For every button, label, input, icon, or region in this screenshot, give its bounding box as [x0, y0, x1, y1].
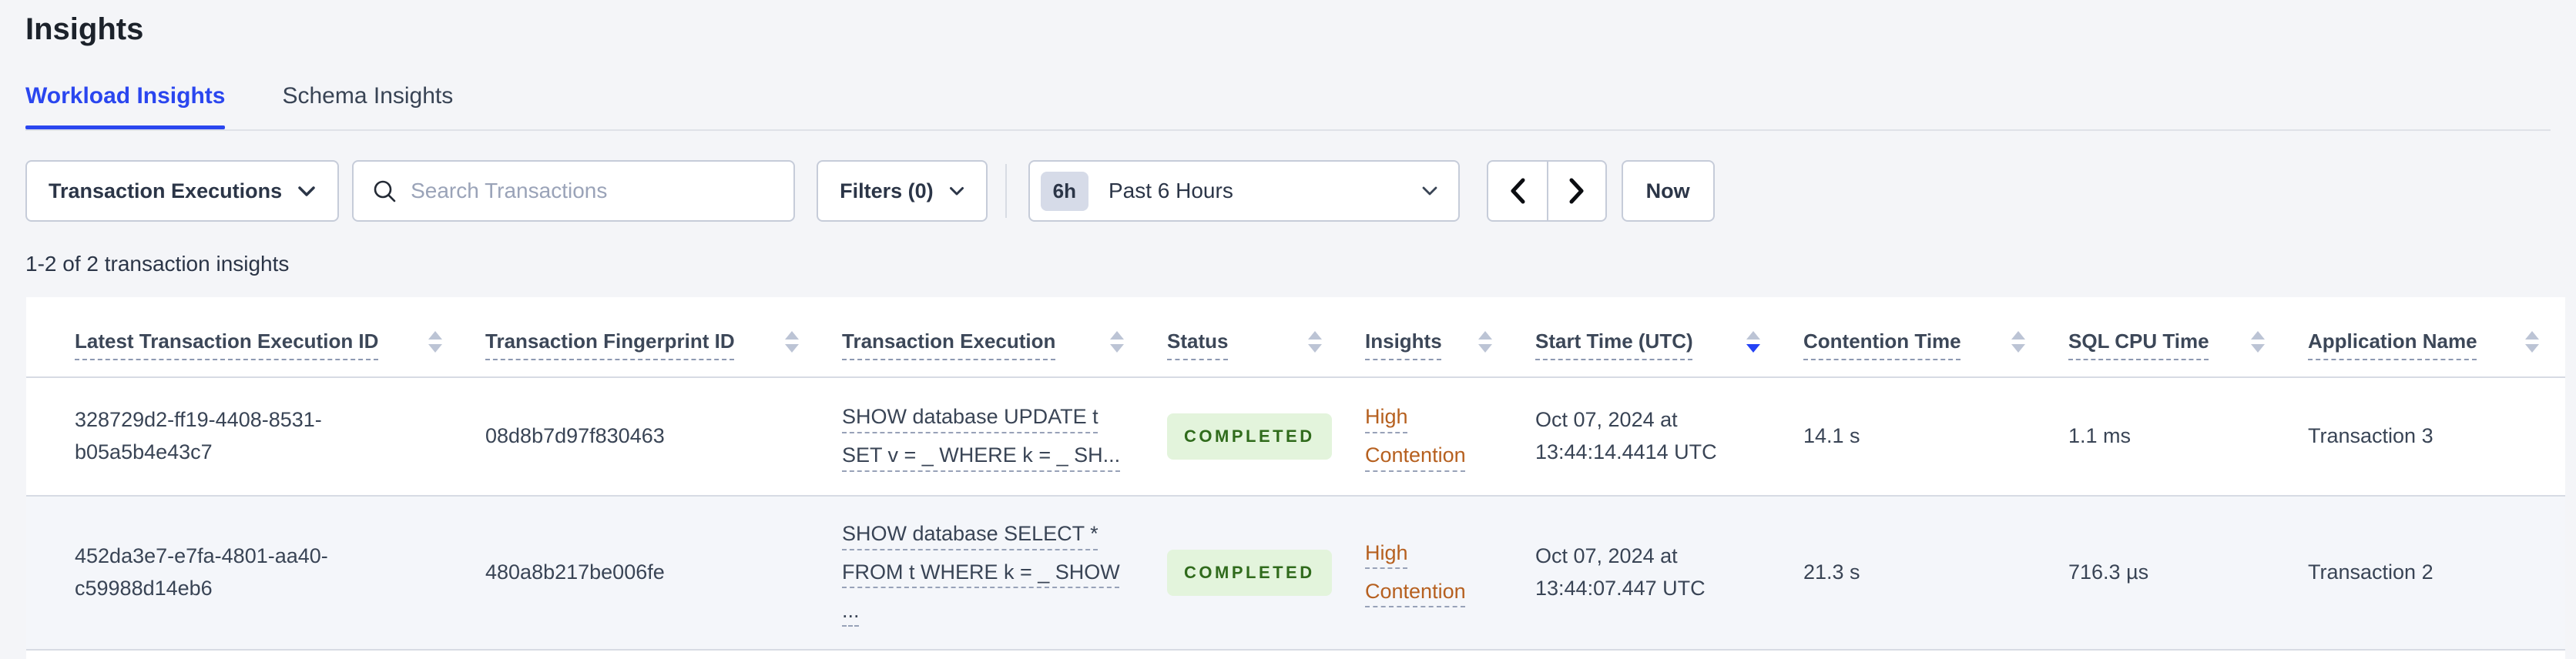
cell-latest-transaction-execution-id: 328729d2-ff19-4408-8531-b05a5b4e43c7: [75, 408, 322, 463]
sort-icon[interactable]: [785, 330, 799, 353]
chevron-down-icon: [949, 186, 964, 196]
time-range-picker[interactable]: 6h Past 6 Hours: [1028, 160, 1460, 222]
status-badge: COMPLETED: [1167, 413, 1332, 460]
sort-icon[interactable]: [2011, 330, 2025, 353]
now-button[interactable]: Now: [1621, 160, 1715, 222]
time-range-stepper: [1486, 160, 1607, 222]
column-header-label[interactable]: Start Time (UTC): [1535, 330, 1693, 353]
column-header-label[interactable]: Contention Time: [1803, 330, 1961, 353]
cell-sql-cpu-time: 716.3 µs: [2068, 560, 2149, 584]
column-header-label[interactable]: Insights: [1365, 330, 1442, 353]
tab-workload-insights[interactable]: Workload Insights: [25, 83, 226, 129]
next-time-button[interactable]: [1546, 162, 1605, 220]
sort-icon[interactable]: [1110, 330, 1124, 353]
table-header-row: Latest Transaction Execution ID Transact…: [26, 297, 2565, 378]
column-header-insights: Insights: [1365, 297, 1535, 376]
cell-transaction-fingerprint-id: 480a8b217be006fe: [485, 560, 665, 584]
sort-icon[interactable]: [428, 330, 442, 353]
status-badge: COMPLETED: [1167, 549, 1332, 596]
column-header-transaction-fingerprint-id: Transaction Fingerprint ID: [485, 297, 842, 376]
prev-time-button[interactable]: [1488, 162, 1547, 220]
transaction-execution-link[interactable]: SHOW database UPDATE t SET v = _ WHERE k…: [842, 398, 1120, 475]
cell-sql-cpu-time: 1.1 ms: [2068, 424, 2132, 448]
filters-label: Filters (0): [840, 179, 934, 202]
insight-link[interactable]: High Contention: [1365, 398, 1496, 475]
chevron-left-icon: [1509, 178, 1526, 204]
now-button-label: Now: [1645, 179, 1690, 202]
insights-table-card: Latest Transaction Execution ID Transact…: [26, 297, 2565, 659]
column-header-status: Status: [1167, 297, 1365, 376]
time-range-label: Past 6 Hours: [1108, 179, 1233, 202]
cell-contention-time: 14.1 s: [1803, 424, 1860, 448]
sort-icon[interactable]: [1308, 330, 1322, 353]
column-header-start-time: Start Time (UTC): [1535, 297, 1803, 376]
column-header-label[interactable]: Transaction Fingerprint ID: [485, 330, 735, 353]
toolbar-divider: [1005, 164, 1007, 218]
column-header-label[interactable]: Latest Transaction Execution ID: [75, 330, 378, 353]
filters-button[interactable]: Filters (0): [817, 160, 988, 222]
toolbar: Transaction Executions Filters (0) 6h Pa…: [25, 160, 2551, 222]
transaction-execution-link[interactable]: SHOW database SELECT * FROM t WHERE k = …: [842, 515, 1120, 631]
column-header-label[interactable]: Application Name: [2308, 330, 2477, 353]
column-header-sql-cpu-time: SQL CPU Time: [2068, 297, 2308, 376]
cell-application-name: Transaction 3: [2308, 424, 2433, 448]
cell-start-time: Oct 07, 2024 at 13:44:14.4414 UTC: [1535, 408, 1717, 463]
insight-link[interactable]: High Contention: [1365, 534, 1496, 611]
chevron-down-icon: [1421, 186, 1438, 196]
search-box[interactable]: [352, 160, 796, 222]
sort-icon[interactable]: [2251, 330, 2265, 353]
insights-page: Insights Workload Insights Schema Insigh…: [0, 0, 2576, 659]
execution-type-label: Transaction Executions: [49, 179, 283, 202]
tab-schema-insights[interactable]: Schema Insights: [282, 83, 453, 129]
table-row: 328729d2-ff19-4408-8531-b05a5b4e43c7 08d…: [26, 378, 2565, 495]
chevron-down-icon: [297, 186, 316, 197]
cell-application-name: Transaction 2: [2308, 560, 2433, 584]
column-header-label[interactable]: Transaction Execution: [842, 330, 1055, 353]
search-icon: [372, 179, 397, 203]
execution-type-dropdown[interactable]: Transaction Executions: [25, 160, 340, 222]
page-title: Insights: [25, 12, 144, 46]
column-header-label[interactable]: Status: [1167, 330, 1228, 353]
tab-bar: Workload Insights Schema Insights: [25, 83, 2551, 131]
cell-latest-transaction-execution-id: 452da3e7-e7fa-4801-aa40-c59988d14eb6: [75, 544, 328, 600]
time-range-badge: 6h: [1040, 171, 1088, 211]
column-header-label[interactable]: SQL CPU Time: [2068, 330, 2209, 353]
sort-icon[interactable]: [2525, 330, 2539, 353]
results-summary: 1-2 of 2 transaction insights: [25, 252, 290, 276]
cell-start-time: Oct 07, 2024 at 13:44:07.447 UTC: [1535, 544, 1706, 600]
table-row: 452da3e7-e7fa-4801-aa40-c59988d14eb6 480…: [26, 495, 2565, 651]
column-header-contention-time: Contention Time: [1803, 297, 2068, 376]
search-input[interactable]: [411, 179, 776, 203]
cell-contention-time: 21.3 s: [1803, 560, 1860, 584]
column-header-transaction-execution: Transaction Execution: [842, 297, 1167, 376]
cell-transaction-fingerprint-id: 08d8b7d97f830463: [485, 424, 665, 448]
column-header-application-name: Application Name: [2308, 297, 2550, 376]
chevron-right-icon: [1568, 178, 1585, 204]
sort-icon-active-desc[interactable]: [1746, 330, 1760, 353]
tab-underline: [25, 129, 2551, 131]
column-header-latest-transaction-execution-id: Latest Transaction Execution ID: [75, 297, 485, 376]
sort-icon[interactable]: [1478, 330, 1492, 353]
